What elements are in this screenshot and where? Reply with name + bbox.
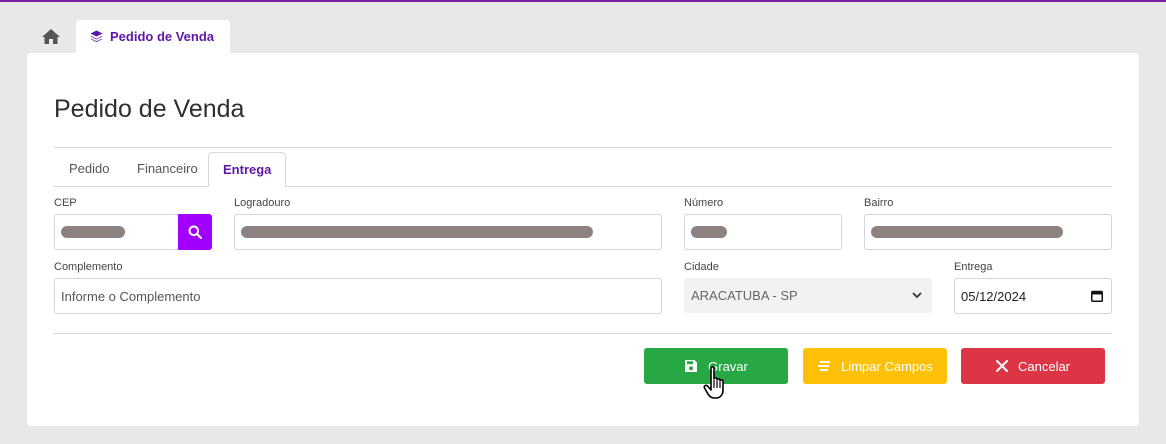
form-tabs: Pedido Financeiro Entrega [54, 152, 1112, 187]
complemento-input[interactable]: Informe o Complemento [54, 278, 662, 314]
cidade-value: ARACATUBA - SP [691, 288, 798, 303]
complemento-placeholder: Informe o Complemento [61, 288, 201, 304]
divider [54, 333, 1112, 334]
page-title: Pedido de Venda [54, 95, 245, 123]
close-icon [995, 360, 1008, 372]
clear-label: Limpar Campos [841, 358, 933, 374]
complemento-label: Complemento [54, 261, 123, 273]
logradouro-input[interactable] [234, 214, 662, 250]
numero-label: Número [684, 197, 724, 209]
entrega-date-input[interactable]: 05/12/2024 [954, 278, 1112, 314]
entrega-value: 05/12/2024 [961, 288, 1027, 304]
home-tab[interactable] [30, 20, 72, 53]
cancel-label: Cancelar [1017, 358, 1071, 374]
bairro-input[interactable] [864, 214, 1112, 250]
tab-pedido[interactable]: Pedido [69, 152, 109, 187]
entrega-label: Entrega [954, 261, 993, 273]
eraser-icon [818, 361, 831, 371]
redacted-value [241, 226, 593, 238]
clear-fields-button[interactable]: Limpar Campos [803, 348, 947, 384]
tab-financeiro[interactable]: Financeiro [137, 152, 198, 187]
redacted-value [871, 226, 1063, 238]
logradouro-label: Logradouro [234, 197, 291, 209]
chevron-down-icon [912, 292, 922, 299]
cep-input[interactable] [54, 214, 179, 250]
cidade-select[interactable]: ARACATUBA - SP [684, 278, 932, 313]
floppy-disk-icon [685, 360, 698, 372]
home-icon [42, 29, 60, 44]
bairro-label: Bairro [864, 197, 894, 209]
layers-icon [90, 30, 103, 43]
calendar-icon[interactable] [1091, 290, 1103, 302]
tab-entrega[interactable]: Entrega [208, 152, 287, 187]
divider [54, 147, 1112, 148]
top-accent-line [0, 0, 1166, 2]
search-icon [188, 225, 202, 239]
hand-pointer-cursor [703, 366, 724, 399]
cep-label: CEP [54, 197, 77, 209]
redacted-value [691, 226, 727, 238]
tab-pedido-de-venda[interactable]: Pedido de Venda [76, 20, 230, 53]
cidade-label: Cidade [684, 261, 719, 273]
tab-label: Pedido de Venda [110, 29, 215, 44]
cep-search-button[interactable] [178, 214, 212, 250]
redacted-value [61, 226, 125, 238]
form-card: Pedido de Venda Pedido Financeiro Entreg… [27, 53, 1139, 426]
cancel-button[interactable]: Cancelar [961, 348, 1105, 384]
numero-input[interactable] [684, 214, 842, 250]
